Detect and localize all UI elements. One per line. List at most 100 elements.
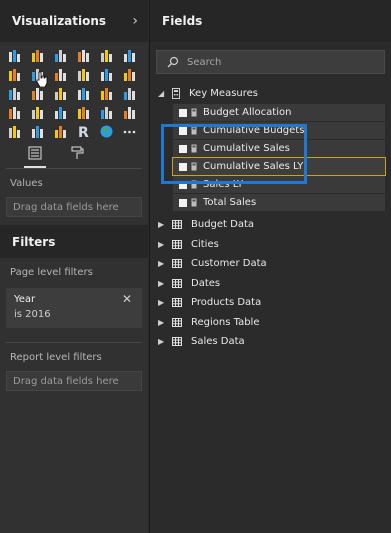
search-placeholder: Search [187, 56, 222, 68]
table-icon [172, 259, 182, 269]
hand-cursor-icon [36, 71, 48, 87]
map-icon[interactable] [121, 85, 138, 102]
field-checkbox[interactable] [179, 180, 187, 189]
matrix-icon-graphic [55, 126, 66, 138]
100-stacked-column-icon[interactable] [121, 47, 138, 64]
measure-label: Cumulative Budgets [203, 125, 305, 136]
key-measures-label: Key Measures [189, 88, 259, 99]
measure-field[interactable]: Total Sales [173, 194, 385, 211]
pie-icon-graphic [55, 88, 66, 100]
globe-icon[interactable] [98, 123, 115, 140]
measure-label: Cumulative Sales LY [203, 161, 304, 172]
stacked-bar-icon-graphic [9, 50, 20, 62]
collapsed-triangle-icon[interactable]: ▶ [158, 240, 168, 249]
measure-label: Cumulative Sales [203, 143, 290, 154]
collapsed-triangle-icon[interactable]: ▶ [158, 259, 168, 268]
visualizations-header: Visualizations › [0, 0, 148, 42]
key-measures-node[interactable]: ◢ Key Measures [150, 84, 391, 103]
collapse-chevron-icon[interactable]: › [132, 13, 138, 29]
values-dropzone[interactable]: Drag data fields here [6, 197, 142, 217]
waterfall-icon-graphic [9, 88, 20, 100]
multi-row-card-icon[interactable] [98, 104, 115, 121]
table-node[interactable]: ▶ Sales Data [150, 332, 391, 352]
table-icon [172, 239, 182, 249]
table-label: Products Data [191, 297, 262, 309]
kpi-icon-graphic [124, 107, 135, 119]
100-stacked-column-icon-graphic [124, 50, 135, 62]
collapsed-triangle-icon[interactable]: ▶ [158, 337, 168, 346]
globe-icon-graphic [100, 125, 113, 138]
slicer-icon[interactable] [6, 123, 23, 140]
line-chart-icon[interactable] [6, 66, 23, 83]
measure-field[interactable]: Budget Allocation [173, 104, 385, 121]
remove-filter-close-icon[interactable]: ✕ [122, 292, 132, 306]
measure-field[interactable]: Cumulative Sales LY [172, 157, 386, 176]
slicer-icon-graphic [9, 126, 20, 138]
line-clustered-column-icon[interactable] [98, 66, 115, 83]
filter-name: Year [14, 294, 36, 305]
field-checkbox[interactable] [179, 162, 187, 171]
stacked-column-icon[interactable] [29, 47, 46, 64]
table-node[interactable]: ▶ Cities [150, 235, 391, 255]
collapsed-triangle-icon[interactable]: ▶ [158, 298, 168, 307]
table-label: Budget Data [191, 219, 255, 231]
report-filters-dropzone[interactable]: Drag data fields here [6, 371, 142, 391]
r-visual-icon[interactable]: R [75, 123, 92, 140]
clustered-column-icon-graphic [78, 50, 89, 62]
calculator-icon [191, 180, 197, 189]
line-chart-icon-graphic [9, 69, 20, 81]
stacked-area-icon[interactable] [52, 66, 69, 83]
table-label: Sales Data [191, 336, 245, 348]
measure-field[interactable]: Cumulative Sales [173, 140, 385, 157]
visual-tabs [6, 140, 142, 169]
table-icon[interactable] [29, 123, 46, 140]
stacked-bar-icon[interactable] [6, 47, 23, 64]
waterfall-icon[interactable] [6, 85, 23, 102]
ribbon-chart-icon-graphic [124, 69, 135, 81]
table-node[interactable]: ▶ Regions Table [150, 313, 391, 333]
field-checkbox[interactable] [179, 198, 187, 207]
measure-field[interactable]: Cumulative Budgets [173, 122, 385, 139]
report-level-filters-label: Report level filters [10, 352, 102, 363]
collapsed-triangle-icon[interactable]: ▶ [158, 220, 168, 229]
scatter-icon[interactable] [29, 85, 46, 102]
field-checkbox[interactable] [179, 144, 187, 153]
table-label: Regions Table [191, 316, 260, 328]
donut-icon[interactable] [75, 85, 92, 102]
fields-search-input[interactable]: Search [156, 50, 385, 74]
table-node[interactable]: ▶ Dates [150, 274, 391, 294]
filled-map-icon[interactable] [6, 104, 23, 121]
field-checkbox[interactable] [179, 126, 187, 135]
collapsed-triangle-icon[interactable]: ▶ [158, 279, 168, 288]
year-filter-card[interactable]: Year is 2016 ✕ [6, 288, 142, 328]
gauge-icon[interactable] [52, 104, 69, 121]
measure-field[interactable]: Sales LY [173, 176, 385, 193]
card-icon[interactable] [75, 104, 92, 121]
matrix-icon[interactable] [52, 123, 69, 140]
fields-tab-icon[interactable] [24, 146, 46, 168]
collapsed-triangle-icon[interactable]: ▶ [158, 318, 168, 327]
table-icon [172, 220, 182, 230]
clustered-bar-icon[interactable] [52, 47, 69, 64]
stacked-area-icon-graphic [55, 69, 66, 81]
kpi-icon[interactable] [121, 104, 138, 121]
table-node[interactable]: ▶ Products Data [150, 293, 391, 313]
pie-icon[interactable] [52, 85, 69, 102]
100-stacked-bar-icon[interactable] [98, 47, 115, 64]
measure-label: Budget Allocation [203, 107, 292, 118]
visualizations-title: Visualizations [12, 14, 107, 28]
table-node[interactable]: ▶ Customer Data [150, 254, 391, 274]
funnel-icon[interactable] [29, 104, 46, 121]
table-node[interactable]: ▶ Budget Data [150, 215, 391, 235]
svg-text:R: R [78, 125, 89, 139]
line-column-icon[interactable] [75, 66, 92, 83]
expanded-triangle-icon[interactable]: ◢ [158, 89, 168, 98]
field-checkbox[interactable] [179, 108, 187, 117]
table-icon [172, 337, 182, 347]
table-icon [172, 317, 182, 327]
treemap-icon[interactable] [98, 85, 115, 102]
ribbon-chart-icon[interactable] [121, 66, 138, 83]
clustered-column-icon[interactable] [75, 47, 92, 64]
more-icon[interactable] [121, 123, 138, 140]
format-paint-roller-icon[interactable] [66, 146, 88, 166]
